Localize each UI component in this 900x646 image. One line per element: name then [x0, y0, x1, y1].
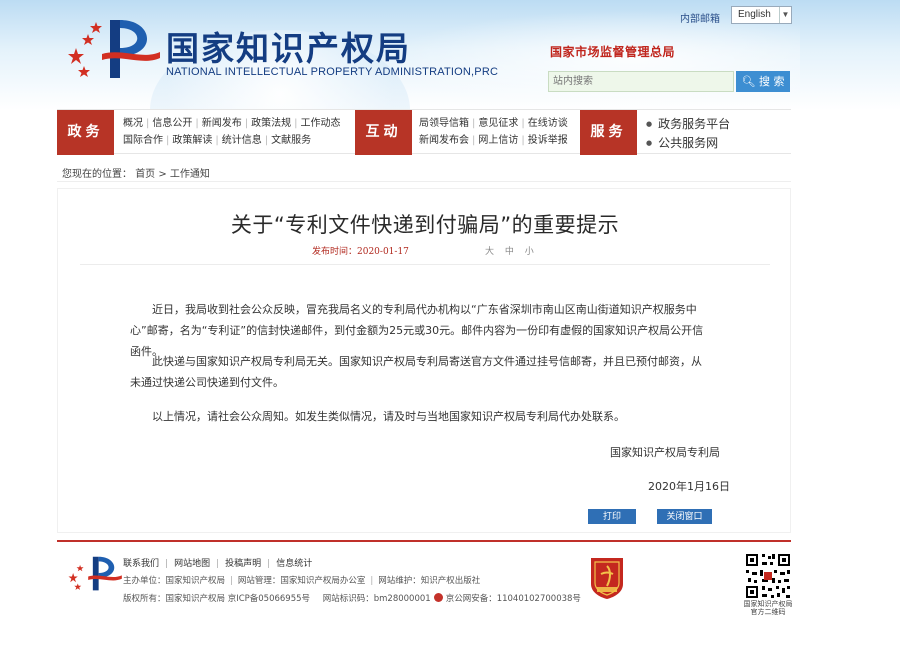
nav-separator: |: [264, 135, 269, 146]
interact-nav-link[interactable]: 局领导信箱: [419, 118, 469, 129]
interact-links-row1: 局领导信箱 | 意见征求 | 在线访谈: [419, 115, 568, 132]
gov-nav-link[interactable]: 国际合作: [123, 135, 163, 146]
site-title-english: NATIONAL INTELLECTUAL PROPERTY ADMINISTR…: [166, 66, 499, 78]
service-link-platform[interactable]: 政务服务平台: [646, 116, 730, 135]
footer-logo-icon: [68, 556, 122, 591]
interact-nav-link[interactable]: 意见征求: [478, 118, 518, 129]
footer-divider: [57, 540, 791, 542]
print-button[interactable]: 打印: [588, 509, 636, 524]
gov-nav-link[interactable]: 概况: [123, 118, 143, 129]
search-button[interactable]: 🔍︎ 搜 索: [736, 71, 790, 92]
footer-link-contact[interactable]: 联系我们: [123, 559, 159, 569]
tab-interact[interactable]: 互动: [355, 110, 412, 155]
cnipa-logo-icon[interactable]: [62, 12, 162, 84]
intranet-mail-link[interactable]: 内部邮箱: [680, 10, 720, 25]
nav-separator: |: [146, 118, 150, 129]
gov-links: 概况 | 信息公开 | 新闻发布 | 政策法规 | 工作动态 国际合作 | 政策解读 | 统计信息 | 文献…: [123, 115, 341, 149]
nav-separator: |: [521, 118, 525, 129]
police-badge-icon: [433, 593, 443, 602]
gov-links-row1: 概况 | 信息公开 | 新闻发布 | 政策法规 | 工作动态: [123, 115, 341, 132]
font-size-switcher[interactable]: 大 中 小: [485, 244, 534, 257]
gov-nav-link[interactable]: 新闻发布: [202, 118, 242, 129]
nav-separator: |: [215, 135, 219, 146]
nav-separator: |: [472, 118, 476, 129]
site-title: 国家知识产权局: [166, 29, 411, 68]
search-button-label: 搜 索: [758, 75, 785, 88]
breadcrumb-label: 您现在的位置：: [62, 169, 132, 180]
chevron-down-icon: ▼: [779, 7, 791, 23]
footer-info-row: 版权所有：国家知识产权局 京ICP备05066955号 网站标识码：bm2800…: [123, 592, 581, 604]
gov-nav-link[interactable]: 统计信息: [222, 135, 262, 146]
gov-nav-link[interactable]: 工作动态: [301, 118, 341, 129]
article-signature: 国家知识产权局专利局: [610, 446, 720, 459]
qr-caption: 国家知识产权局 官方二维码: [743, 600, 793, 616]
main-nav: 政务 概况 | 信息公开 | 新闻发布 | 政策法规 | 工作动态 国际合作 | 政策解读 | 统计信息…: [57, 109, 791, 155]
language-value: English: [738, 9, 771, 20]
service-link-public[interactable]: 公共服务网: [646, 135, 730, 154]
footer-link-stats[interactable]: 信息统计: [276, 559, 312, 569]
footer-info-row: 主办单位：国家知识产权局 | 网站管理：国家知识产权局办公室 | 网站维护：知识产权出版…: [123, 576, 481, 586]
service-links: 政务服务平台 公共服务网: [646, 116, 730, 154]
search-icon: 🔍︎: [741, 75, 756, 88]
gov-nav-link[interactable]: 文献服务: [271, 135, 311, 146]
interact-links-row2: 新闻发布会 | 网上信访 | 投诉举报: [419, 132, 568, 149]
nav-separator: |: [166, 135, 170, 146]
nav-separator: |: [521, 135, 525, 146]
article-publish-date: 发布时间：2020-01-17: [312, 247, 409, 257]
close-window-button[interactable]: 关闭窗口: [657, 509, 712, 524]
gov-links-row2: 国际合作 | 政策解读 | 统计信息 | 文献服务: [123, 132, 341, 149]
interact-nav-link[interactable]: 投诉举报: [528, 135, 568, 146]
article-title: 关于“专利文件快递到付骗局”的重要提示: [230, 213, 620, 237]
footer-link-submission[interactable]: 投稿声明: [225, 559, 261, 569]
article-panel: 关于“专利文件快递到付骗局”的重要提示 发布时间：2020-01-17 大 中 …: [57, 188, 791, 533]
footer-links: 联系我们 | 网站地图 | 投稿声明 | 信息统计: [123, 559, 313, 569]
tab-service[interactable]: 服务: [580, 110, 637, 155]
tab-gov[interactable]: 政务: [57, 110, 114, 155]
article-paragraph: 此快递与国家知识产权局专利局无关。国家知识产权局专利局寄送官方文件通过挂号信邮寄…: [130, 355, 702, 389]
breadcrumb-path[interactable]: 首页 > 工作通知: [135, 169, 210, 180]
interact-nav-link[interactable]: 网上信访: [478, 135, 518, 146]
nav-separator: |: [294, 118, 298, 129]
footer-maintainer: 网站管理：国家知识产权局办公室: [237, 576, 366, 586]
language-select[interactable]: English ▼: [731, 6, 792, 24]
footer-police-record[interactable]: 京公网安备：11040102700038号: [446, 594, 581, 604]
search-input[interactable]: [548, 71, 734, 92]
site-header: 国家知识产权局 NATIONAL INTELLECTUAL PROPERTY A…: [0, 0, 900, 110]
nav-separator: |: [195, 118, 199, 129]
nav-separator: |: [244, 118, 249, 129]
interact-nav-link[interactable]: 在线访谈: [528, 118, 568, 129]
qr-code-icon: [744, 552, 792, 600]
divider: [80, 264, 770, 265]
footer-copyright: 版权所有：国家知识产权局 京ICP备05066955号: [123, 594, 311, 604]
footer-link-sitemap[interactable]: 网站地图: [174, 559, 210, 569]
interact-nav-link[interactable]: 新闻发布会: [419, 135, 469, 146]
gov-nav-link[interactable]: 政策法规: [251, 118, 291, 129]
footer-host: 主办单位：国家知识产权局: [123, 576, 226, 586]
footer-support: 网站维护：知识产权出版社: [378, 576, 481, 586]
footer-site-id: 网站标识码：bm28000001: [322, 594, 431, 604]
gov-nav-link[interactable]: 信息公开: [152, 118, 192, 129]
gov-nav-link[interactable]: 政策解读: [172, 135, 212, 146]
party-gov-badge-icon[interactable]: [587, 556, 627, 600]
nav-separator: |: [472, 135, 476, 146]
samr-link[interactable]: 国家市场监督管理总局: [550, 43, 675, 60]
breadcrumb: 您现在的位置： 首页 > 工作通知: [57, 162, 791, 182]
interact-links: 局领导信箱 | 意见征求 | 在线访谈 新闻发布会 | 网上信访 | 投诉举报: [419, 115, 568, 149]
article-paragraph: 以上情况，请社会公众周知。如发生类似情况，请及时与当地国家知识产权局专利局代办处…: [152, 410, 625, 423]
header-background: [380, 10, 800, 110]
article-sign-date: 2020年1月16日: [648, 480, 730, 493]
